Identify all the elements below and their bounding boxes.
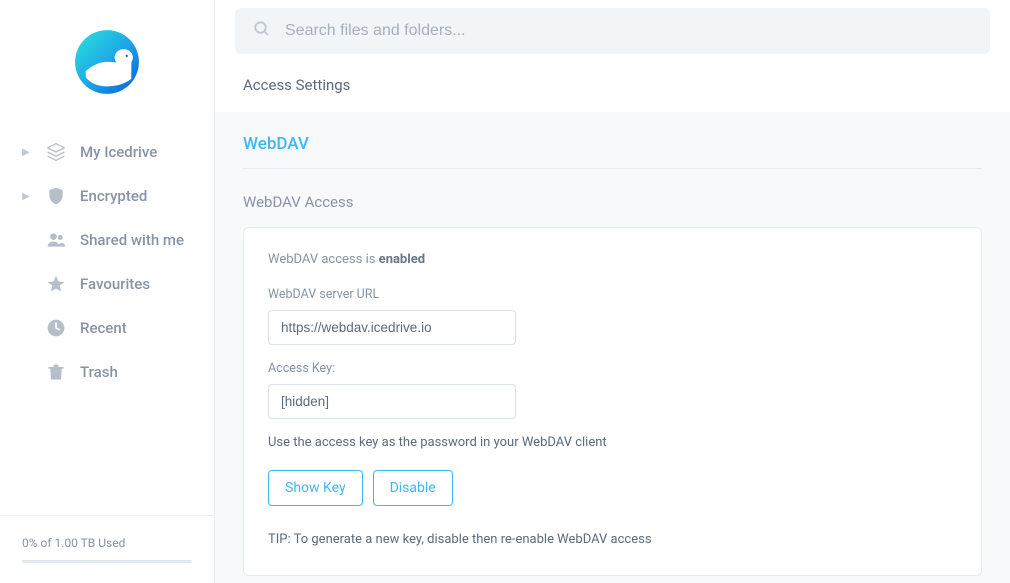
storage-text: 0% of 1.00 TB Used	[22, 536, 192, 550]
sidebar-item-shared[interactable]: ▶ Shared with me	[0, 218, 214, 262]
main: Access Settings WebDAV WebDAV Access Web…	[215, 0, 1010, 583]
nav: ▶ My Icedrive ▶ Encrypted ▶ Shared with …	[0, 130, 214, 515]
chevron-right-icon: ▶	[20, 191, 32, 202]
logo-wrap	[0, 0, 214, 130]
content: WebDAV WebDAV Access WebDAV access is en…	[215, 112, 1010, 576]
sidebar-item-my-icedrive[interactable]: ▶ My Icedrive	[0, 130, 214, 174]
tip-text: TIP: To generate a new key, disable then…	[268, 532, 957, 547]
shield-icon	[46, 186, 66, 206]
search-bar[interactable]	[235, 8, 990, 54]
webdav-card: WebDAV access is enabled WebDAV server U…	[243, 227, 982, 576]
sidebar-item-encrypted[interactable]: ▶ Encrypted	[0, 174, 214, 218]
storage-bar	[22, 560, 192, 563]
sidebar-item-favourites[interactable]: ▶ Favourites	[0, 262, 214, 306]
sidebar-item-recent[interactable]: ▶ Recent	[0, 306, 214, 350]
search-icon	[253, 20, 271, 42]
sidebar-item-label: Trash	[80, 363, 118, 381]
star-icon	[46, 274, 66, 294]
webdav-url-input[interactable]	[268, 310, 516, 345]
webdav-key-input[interactable]	[268, 384, 516, 419]
tab-webdav[interactable]: WebDAV	[243, 112, 982, 169]
status-prefix: WebDAV access is	[268, 252, 379, 267]
topbar: Access Settings	[215, 0, 1010, 112]
logo-icon	[69, 24, 145, 100]
sidebar-item-label: My Icedrive	[80, 143, 157, 161]
help-text: Use the access key as the password in yo…	[268, 435, 957, 450]
sidebar: ▶ My Icedrive ▶ Encrypted ▶ Shared with …	[0, 0, 215, 583]
sidebar-item-label: Favourites	[80, 275, 150, 293]
page-title: Access Settings	[215, 54, 1010, 112]
storage-footer: 0% of 1.00 TB Used	[0, 515, 214, 583]
sidebar-item-trash[interactable]: ▶ Trash	[0, 350, 214, 394]
url-label: WebDAV server URL	[268, 287, 957, 302]
status-value: enabled	[379, 252, 425, 267]
disable-button[interactable]: Disable	[373, 470, 453, 506]
chevron-right-icon: ▶	[20, 147, 32, 158]
section-heading: WebDAV Access	[243, 169, 982, 227]
sidebar-item-label: Recent	[80, 319, 127, 337]
clock-icon	[46, 318, 66, 338]
sidebar-item-label: Shared with me	[80, 231, 184, 249]
sidebar-item-label: Encrypted	[80, 187, 147, 205]
people-icon	[46, 230, 66, 250]
show-key-button[interactable]: Show Key	[268, 470, 363, 506]
trash-icon	[46, 362, 66, 382]
drive-icon	[46, 142, 66, 162]
webdav-status: WebDAV access is enabled	[268, 252, 957, 267]
search-input[interactable]	[285, 22, 972, 40]
key-label: Access Key:	[268, 361, 957, 376]
